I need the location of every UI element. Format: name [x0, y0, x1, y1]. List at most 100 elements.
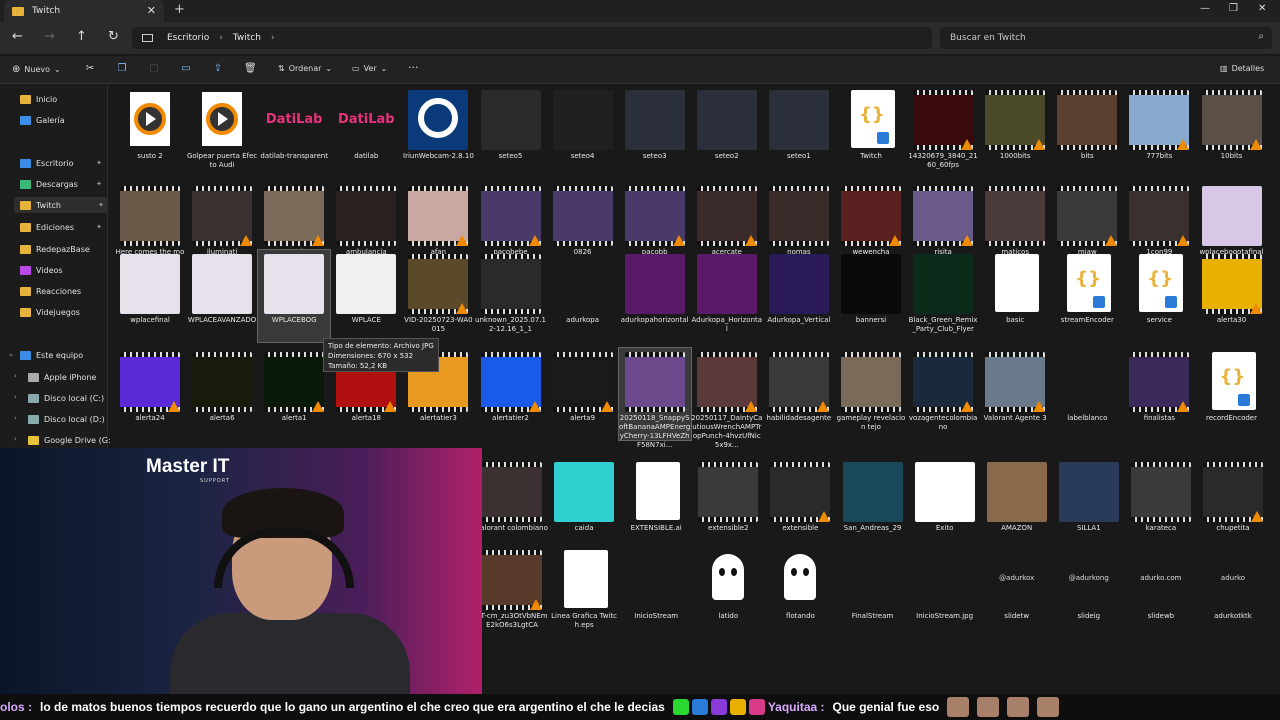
details-button[interactable]: ▥ Detalles — [1220, 64, 1264, 73]
delete-icon[interactable]: 🗑 — [244, 63, 257, 75]
file-item[interactable]: alerta6 — [186, 348, 258, 440]
sidebar-item-este-equipo[interactable]: Este equipo — [20, 347, 106, 363]
file-item[interactable]: basic — [979, 250, 1051, 342]
file-item[interactable]: DatiLab datilab-transparent — [258, 86, 330, 178]
sidebar-item-escritorio[interactable]: Escritorio ✦ — [20, 155, 106, 171]
file-item[interactable]: chupetita — [1197, 458, 1269, 550]
rename-icon[interactable]: ▭ — [180, 63, 192, 75]
breadcrumb-escritorio[interactable]: Escritorio — [167, 33, 209, 43]
file-item[interactable]: bannersi — [835, 250, 907, 342]
chevron-right-icon[interactable]: › — [14, 435, 17, 443]
file-item[interactable]: karateca — [1125, 458, 1197, 550]
file-item[interactable]: adurkopa — [547, 250, 619, 342]
file-item[interactable]: @adurkong slideig — [1053, 546, 1125, 638]
file-item[interactable]: DatiLab datilab — [330, 86, 402, 178]
chevron-right-icon[interactable]: › — [271, 33, 275, 43]
file-item[interactable]: unknown_2025.07.12-12.16_1_1 — [475, 250, 547, 342]
file-item[interactable]: San_Andreas_29 — [837, 458, 909, 550]
file-item[interactable]: InicioStream — [620, 546, 692, 638]
file-item[interactable]: Adurkopa_Horizontal — [691, 250, 763, 342]
file-item[interactable]: seteo5 — [475, 86, 547, 178]
new-button[interactable]: ⊕ Nuevo ⌄ — [12, 64, 61, 75]
file-item[interactable]: Exito — [909, 458, 981, 550]
tab-twitch[interactable]: Twitch ✕ — [4, 0, 164, 22]
file-item[interactable]: adurko adurkotktk — [1197, 546, 1269, 638]
file-item[interactable]: 14320679_3840_2160_60fps — [907, 86, 979, 178]
file-item[interactable]: extensible2 — [692, 458, 764, 550]
paste-icon[interactable]: ▢ — [148, 63, 160, 75]
close-window-icon[interactable]: ✕ — [1258, 3, 1266, 14]
file-item[interactable]: flotando — [764, 546, 836, 638]
chevron-down-icon[interactable]: ⌄ — [8, 350, 14, 358]
file-item[interactable]: 1000bits — [979, 86, 1051, 178]
file-item[interactable]: WPLACEAVANZADO — [186, 250, 258, 342]
file-item[interactable]: alerta30 — [1196, 250, 1268, 342]
file-item[interactable]: {} Twitch — [835, 86, 907, 178]
forward-arrow-icon[interactable]: → — [44, 29, 55, 44]
sidebar-item-disco-local-c[interactable]: Disco local (C:) — [28, 390, 114, 406]
file-item[interactable]: AT-cm_zu3OtVbNEmE2kO6s3LgtCA — [476, 546, 548, 638]
file-item[interactable]: adurko.com slidewb — [1125, 546, 1197, 638]
cut-icon[interactable]: ✂ — [84, 63, 96, 75]
file-item[interactable]: IriunWebcam-2.8.10 — [402, 86, 474, 178]
file-item[interactable]: SILLA1 — [1053, 458, 1125, 550]
file-item[interactable]: gameplay revelacion tejo — [835, 348, 907, 440]
search-input[interactable]: Buscar en Twitch ⌕ — [940, 27, 1272, 49]
chevron-right-icon[interactable]: › — [14, 414, 17, 422]
sidebar-item-twitch[interactable]: Twitch ✦ — [14, 197, 108, 213]
file-item[interactable]: {} recordEncoder — [1196, 348, 1268, 440]
file-item[interactable]: VID-20250723-WA0015 — [402, 250, 474, 342]
file-item[interactable]: 20250117_DaintyCautiousWrenchAMPTropPunc… — [691, 348, 763, 449]
file-item[interactable]: seteo1 — [763, 86, 835, 178]
sidebar-item-apple-iphone[interactable]: Apple iPhone — [28, 369, 114, 385]
up-arrow-icon[interactable]: ↑ — [76, 29, 87, 44]
chevron-right-icon[interactable]: › — [14, 393, 17, 401]
file-item[interactable]: alerta24 — [114, 348, 186, 440]
sidebar-item-galer-a[interactable]: Galería — [20, 112, 106, 128]
file-item[interactable]: {} streamEncoder — [1051, 250, 1123, 342]
sidebar-item-reacciones[interactable]: Reacciones — [20, 283, 106, 299]
sidebar-item-redepazbase[interactable]: RedepazBase — [20, 241, 106, 257]
minimize-icon[interactable]: — — [1200, 3, 1210, 14]
file-item[interactable]: alerta1 — [258, 348, 330, 440]
file-item[interactable]: Golpear puerta Efecto Audi — [186, 86, 258, 178]
file-item[interactable]: valorant colombiano — [476, 458, 548, 550]
sidebar-item-descargas[interactable]: Descargas ✦ — [20, 176, 106, 192]
file-item[interactable]: alerta9 — [547, 348, 619, 440]
file-item[interactable]: vozagentecolombiano — [907, 348, 979, 440]
file-item[interactable]: {} service — [1123, 250, 1195, 342]
breadcrumb[interactable]: Escritorio › Twitch › — [132, 27, 932, 49]
file-item[interactable]: 10bits — [1196, 86, 1268, 178]
file-item[interactable]: finalistas — [1123, 348, 1195, 440]
file-item[interactable]: seteo3 — [619, 86, 691, 178]
file-item[interactable]: habilidadesagente — [763, 348, 835, 440]
file-item[interactable]: WPLACE — [330, 250, 402, 342]
file-item[interactable]: adurkopahorizontal — [619, 250, 691, 342]
back-arrow-icon[interactable]: ← — [12, 29, 23, 44]
file-item[interactable]: bits — [1051, 86, 1123, 178]
close-tab-button[interactable]: ✕ — [147, 4, 156, 17]
sidebar-item-ediciones[interactable]: Ediciones ✦ — [20, 219, 106, 235]
sidebar-item-disco-local-d[interactable]: Disco local (D:) — [28, 411, 114, 427]
file-item[interactable]: FinalStream — [837, 546, 909, 638]
file-item[interactable]: WPLACEBOG — [257, 249, 332, 343]
refresh-icon[interactable]: ↻ — [108, 29, 119, 44]
file-item[interactable]: AMAZON — [981, 458, 1053, 550]
file-item[interactable]: latido — [692, 546, 764, 638]
file-item[interactable]: wplacefinal — [114, 250, 186, 342]
file-item[interactable]: 777bits — [1123, 86, 1195, 178]
sort-button[interactable]: ⇅ Ordenar ⌄ — [278, 64, 332, 73]
file-item[interactable]: EXTENSIBLE.ai — [620, 458, 692, 550]
file-item[interactable]: Black_Green_Remix_Party_Club_Flyer — [907, 250, 979, 342]
more-options-button[interactable]: ··· — [408, 61, 419, 74]
file-item[interactable]: seteo2 — [691, 86, 763, 178]
sidebar-item-videjuegos[interactable]: Videjuegos — [20, 304, 106, 320]
file-item[interactable]: InicioStream.jpg — [909, 546, 981, 638]
file-item[interactable]: Linea Grafica Twitch.eps — [548, 546, 620, 638]
view-button[interactable]: ▭ Ver ⌄ — [352, 64, 387, 73]
sidebar-item-videos[interactable]: Videos — [20, 262, 106, 278]
file-item[interactable]: @adurkox slidetw — [981, 546, 1053, 638]
file-item[interactable]: labelblanco — [1051, 348, 1123, 440]
copy-icon[interactable]: ❐ — [116, 63, 128, 75]
sidebar-item-inicio[interactable]: Inicio — [20, 91, 106, 107]
